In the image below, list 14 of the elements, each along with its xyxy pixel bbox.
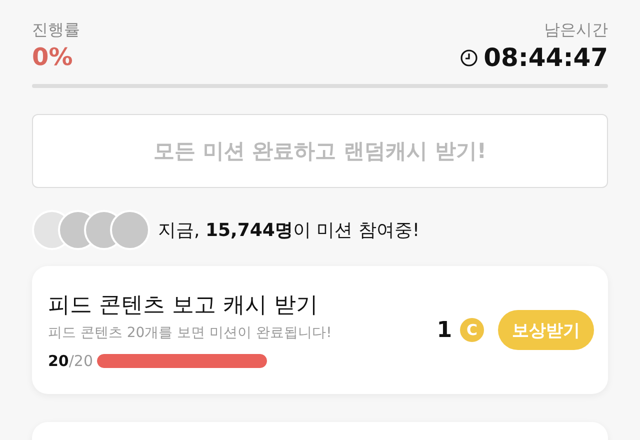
- progress-label: 진행률: [32, 20, 80, 41]
- progress-current: 20: [48, 352, 69, 370]
- mission-description: 피드 콘텐츠 20개를 보면 미션이 완료됩니다!: [48, 324, 333, 342]
- clock-icon: [460, 48, 478, 66]
- progress-total: /20: [68, 352, 94, 370]
- timer-value: 08:44:47: [484, 43, 608, 72]
- mission-title: 피드 콘텐츠 보고 캐시 받기: [48, 292, 319, 320]
- timer-label: 남은시간: [544, 20, 608, 41]
- avatar: [110, 210, 150, 250]
- coin-icon: C: [460, 318, 484, 342]
- progress-value: 0%: [32, 43, 74, 71]
- reward-amount: 1: [436, 318, 452, 342]
- claim-reward-button[interactable]: 보상받기: [498, 310, 594, 350]
- participants-text: 지금, 15,744명이 미션 참여중!: [158, 219, 420, 242]
